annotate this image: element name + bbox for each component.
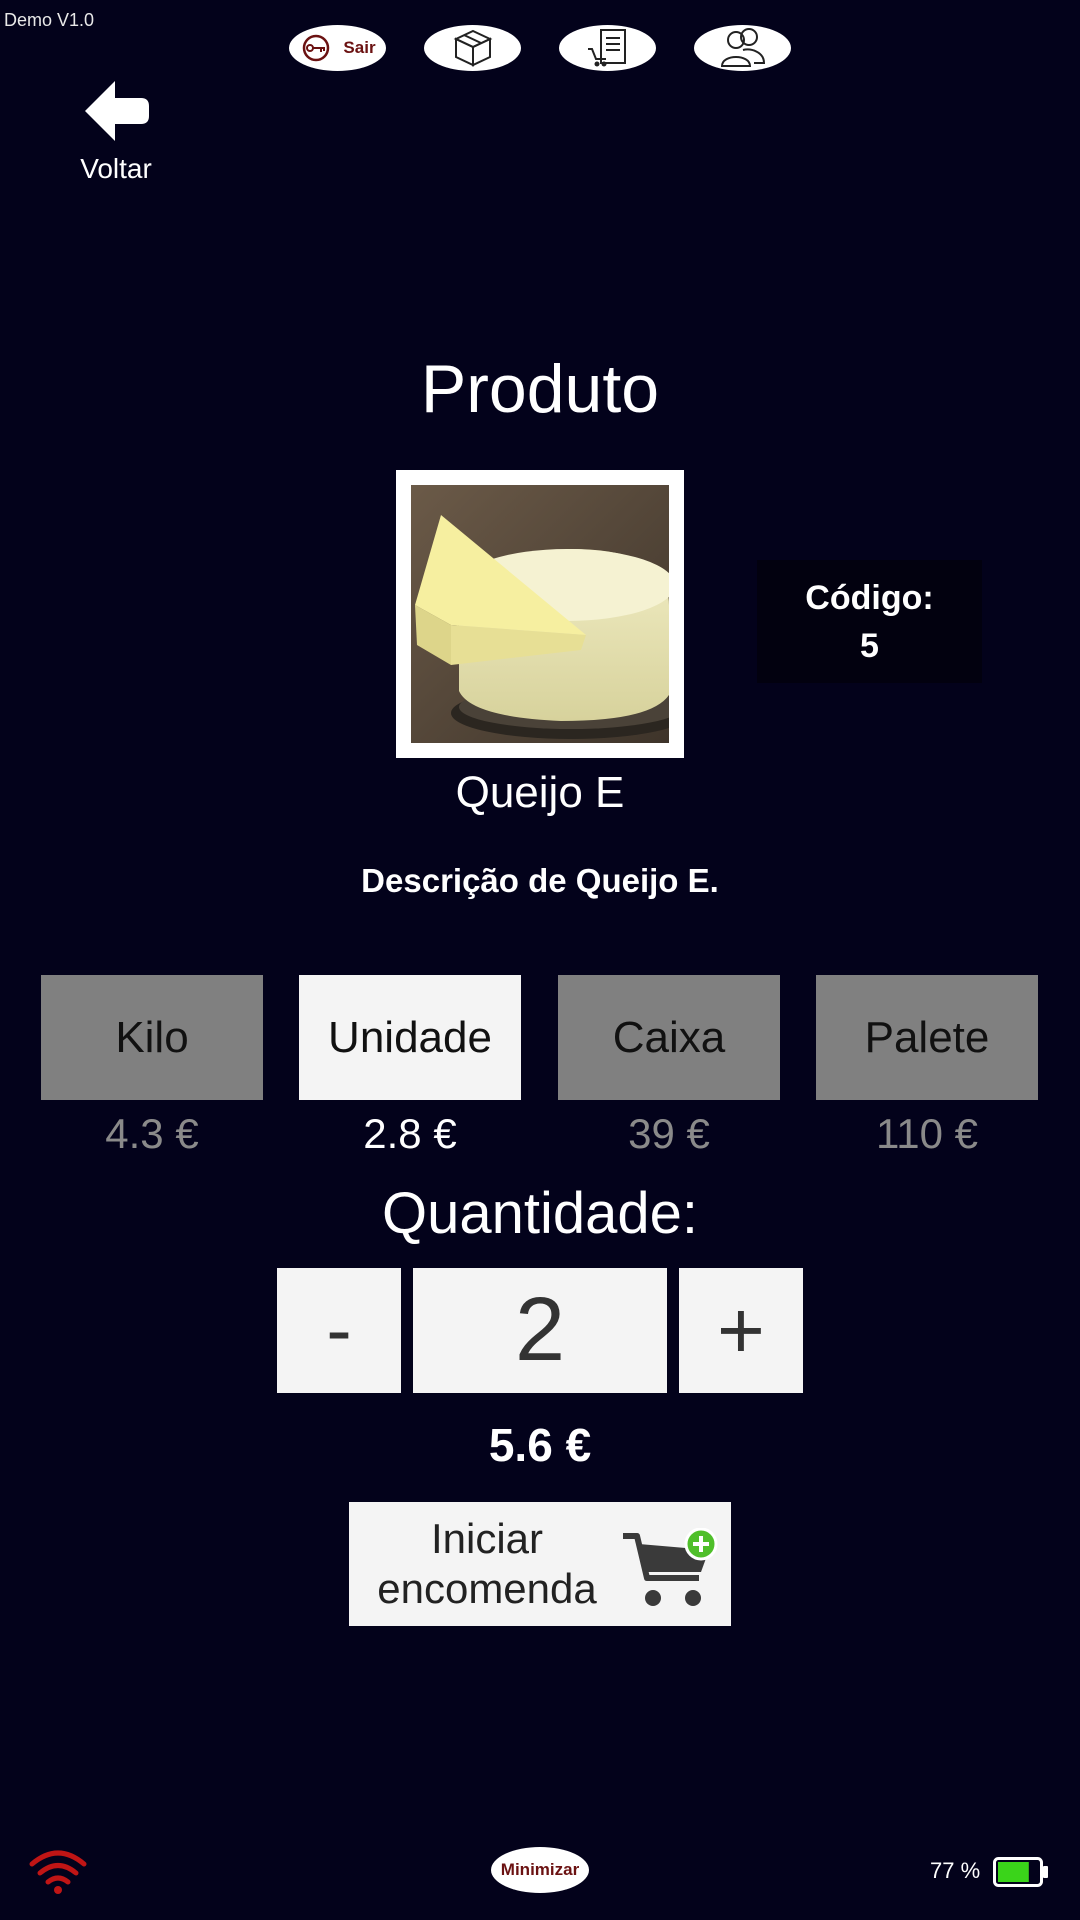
logout-label: Sair <box>343 38 376 57</box>
unit-caixa-button[interactable]: Caixa <box>558 975 780 1100</box>
product-image <box>396 470 684 758</box>
product-code-value: 5 <box>860 626 879 665</box>
users-icon <box>720 28 765 67</box>
cart-document-icon <box>587 29 626 67</box>
products-button[interactable] <box>424 25 521 71</box>
key-icon <box>303 34 330 62</box>
cart-add-icon <box>623 1528 718 1606</box>
wifi-icon <box>29 1850 87 1894</box>
box-icon <box>453 29 492 67</box>
app-version: Demo V1.0 <box>4 10 95 30</box>
back-button[interactable]: Voltar <box>78 78 154 196</box>
product-code-box: Código: 5 <box>757 560 982 683</box>
unit-unidade-button[interactable]: Unidade <box>299 975 521 1100</box>
unit-palete-button[interactable]: Palete <box>816 975 1038 1100</box>
back-label: Voltar <box>80 153 152 184</box>
quantity-value[interactable]: 2 <box>413 1268 667 1393</box>
minimize-button[interactable]: Minimizar <box>491 1847 589 1893</box>
battery-percent: 77 % <box>930 1858 981 1883</box>
product-description: Descrição de Queijo E. <box>361 862 719 899</box>
quantity-label: Quantidade: <box>381 1181 699 1246</box>
quantity-increment-button[interactable]: + <box>679 1268 803 1393</box>
price-unidade: 2.8 € <box>363 1110 457 1157</box>
product-code-label: Código: <box>805 578 934 617</box>
price-kilo: 4.3 € <box>105 1110 199 1157</box>
product-name: Queijo E <box>455 768 625 817</box>
page-title: Produto <box>420 351 660 427</box>
price-palete: 110 € <box>876 1110 978 1157</box>
back-arrow-icon <box>85 81 149 141</box>
start-order-button[interactable]: Iniciar encomenda <box>349 1502 731 1626</box>
clients-button[interactable] <box>694 25 791 71</box>
orders-button[interactable] <box>559 25 656 71</box>
start-order-label: Iniciar encomenda <box>377 1515 597 1612</box>
unit-kilo-button[interactable]: Kilo <box>41 975 263 1100</box>
price-caixa: 39 € <box>628 1110 710 1157</box>
quantity-decrement-button[interactable]: - <box>277 1268 401 1393</box>
total-price: 5.6 € <box>488 1419 592 1471</box>
battery-icon <box>993 1857 1048 1887</box>
logout-button[interactable]: Sair <box>289 25 386 71</box>
cheese-image <box>411 485 669 743</box>
